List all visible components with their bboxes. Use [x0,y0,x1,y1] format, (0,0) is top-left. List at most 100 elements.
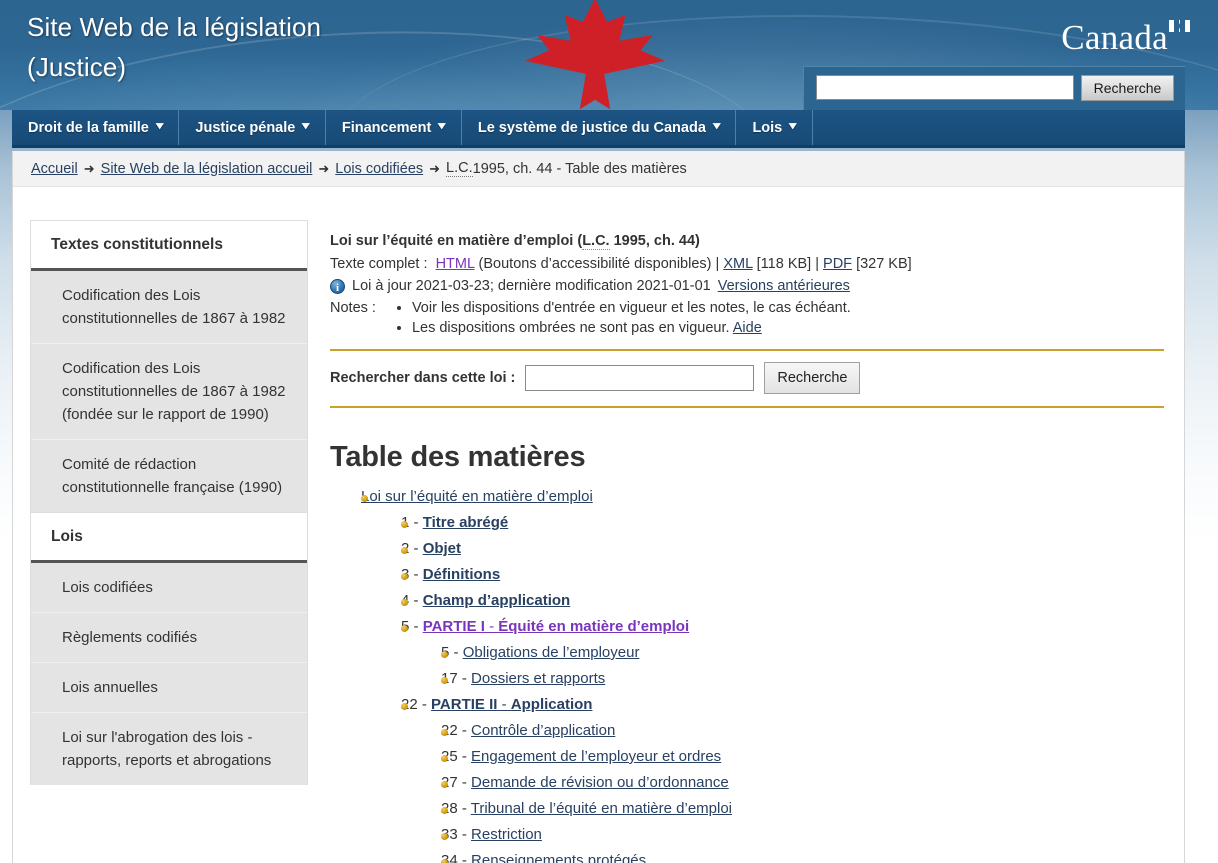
document-title-main: Loi sur l’équité en matière d’emploi ( [330,233,583,249]
up-to-date-row: Loi à jour 2021-03-23; dernière modifica… [330,276,1164,298]
wordmark-text: Canada [1061,18,1168,57]
nav-item-droit-de-la-famille[interactable]: Droit de la famille ▾ [12,110,180,145]
toc-row: 4 - Champ d’application [401,588,1164,614]
toc-row: 28 - Tribunal de l’équité en matière d’e… [441,796,1164,822]
toc-link-partie-2[interactable]: PARTIE II - Application [431,696,592,713]
sidebar-item-comite-de-redaction[interactable]: Comité de rédaction constitutionnelle fr… [31,440,307,512]
toc-subitem: 28 - Tribunal de l’équité en matière d’e… [426,796,1164,822]
breadcrumb-link-lois-codifiees[interactable]: Lois codifiées [335,161,423,177]
toc-root-item: Loi sur l’équité en matière d’emploi 1 -… [346,484,1164,863]
document-title-tail: 1995, ch. 44) [609,233,700,249]
toc-part-label: PARTIE I [422,618,485,635]
xml-link[interactable]: XML [723,256,752,272]
toc-dash: - [409,566,423,583]
toc-link-restriction[interactable]: Restriction [471,826,542,843]
pdf-link[interactable]: PDF [823,256,852,272]
content-panel: Accueil ➜ Site Web de la législation acc… [12,151,1185,863]
separator-pipe: | [815,256,819,272]
toc-part-title: Équité en matière d’emploi [498,618,690,635]
toc-row: 17 - Dossiers et rapports [441,666,1164,692]
toc-link-demande-revision[interactable]: Demande de révision ou d’ordonnance [471,774,729,791]
toc-link-champ-application[interactable]: Champ d’application [423,592,571,609]
sidebar-item-codification-1867-1982[interactable]: Codification des Lois constitutionnelles… [31,271,307,344]
toc-dash: - [409,540,423,557]
search-within-act-button[interactable]: Recherche [764,362,861,394]
toc-link-objet[interactable]: Objet [423,540,461,557]
note-item-2-text: Les dispositions ombrées ne sont pas en … [411,320,730,336]
sidebar-item-lois-annuelles[interactable]: Lois annuelles [31,663,307,713]
toc-dash: - [457,670,472,687]
nav-item-label: Le système de justice du Canada [477,119,706,136]
site-search-button[interactable]: Recherche [1081,75,1174,101]
toc-link-partie-1[interactable]: PARTIE I - Équité en matière d’emploi [423,618,689,635]
content-columns: Textes constitutionnels Codification des… [13,187,1184,863]
toc-row: 34 - Renseignements protégés [441,848,1164,863]
toc-dash: - [457,800,471,817]
toc-dash: - [409,618,423,635]
fulltext-row: Texte complet : HTML (Boutons d’accessib… [330,254,1164,274]
toc-item-3: 3 - Définitions [386,562,1164,588]
xml-size: [118 KB] [756,256,812,272]
nav-item-label: Justice pénale [195,119,296,136]
toc-link-obligations-employeur[interactable]: Obligations de l’employeur [463,644,640,661]
breadcrumb-arrow-icon: ➜ [429,160,441,176]
toc-subitem: 17 - Dossiers et rapports [426,666,1164,692]
sidebar-item-lois-codifiees[interactable]: Lois codifiées [31,563,307,613]
chevron-down-icon: ▾ [438,120,446,132]
html-note: (Boutons d’accessibilité disponibles) [478,256,712,272]
site-title-line-2: (Justice) [27,52,127,82]
toc-subitem: 27 - Demande de révision ou d’ordonnance [426,770,1164,796]
sidebar-block-textes-constitutionnels: Textes constitutionnels Codification des… [30,220,308,512]
breadcrumb-current-rest: 1995, ch. 44 - Table des matières [472,160,687,177]
sidebar-item-reglements-codifies[interactable]: Règlements codifiés [31,613,307,663]
pdf-size: [327 KB] [856,256,912,272]
toc-number: 25 [441,748,458,765]
toc-dash: - [457,774,472,791]
sidebar-item-codification-1867-1982-rapport-1990[interactable]: Codification des Lois constitutionnelles… [31,344,307,440]
toc-link-definitions[interactable]: Définitions [423,566,501,583]
breadcrumb-link-accueil[interactable]: Accueil [31,161,78,177]
toc-link-dossiers-rapports[interactable]: Dossiers et rapports [471,670,605,687]
toc-link-renseignements-proteges[interactable]: Renseignements protégés [471,852,646,863]
site-search-input[interactable] [816,75,1074,100]
toc-link-engagement-employeur[interactable]: Engagement de l’employeur et ordres [471,748,721,765]
toc-row: 22 - PARTIE II - Application [401,692,1164,718]
toc-subitem: 22 - Contrôle d’application [426,718,1164,744]
toc-level-2-list: 5 - Obligations de l’employeur 17 - Doss… [426,640,1164,692]
nav-item-justice-penale[interactable]: Justice pénale ▾ [179,110,326,145]
toc-link-root[interactable]: Loi sur l’équité en matière d’emploi [361,488,593,505]
toc-item-4: 4 - Champ d’application [386,588,1164,614]
nav-item-financement[interactable]: Financement ▾ [326,110,462,145]
toc-dash: - [457,722,472,739]
nav-item-lois[interactable]: Lois ▾ [736,110,813,145]
breadcrumb-current-abbr: L.C. [446,160,473,177]
toc-link-controle-application[interactable]: Contrôle d’application [471,722,615,739]
toc-number: 34 [441,852,458,863]
toc-number: 22 [401,696,418,713]
search-within-act-label: Rechercher dans cette loi : [330,370,516,386]
toc-item-1: 1 - Titre abrégé [386,510,1164,536]
toc-item-partie-2: 22 - PARTIE II - Application 22 - Contrô… [386,692,1164,863]
toc-subitem: 5 - Obligations de l’employeur [426,640,1164,666]
toc-link-tribunal-equite[interactable]: Tribunal de l’équité en matière d’emploi [471,800,732,817]
search-within-act-input[interactable] [525,365,755,391]
chevron-down-icon: ▾ [789,120,797,132]
breadcrumb-arrow-icon: ➜ [318,160,330,176]
toc-link-titre-abrege[interactable]: Titre abrégé [423,514,509,531]
toc-dash: - [417,696,432,713]
toc-subitem: 34 - Renseignements protégés [426,848,1164,863]
nav-item-label: Lois [752,119,783,136]
nav-item-systeme-de-justice-du-canada[interactable]: Le système de justice du Canada ▾ [462,110,737,145]
toc-row: 22 - Contrôle d’application [441,718,1164,744]
previous-versions-link[interactable]: Versions antérieures [718,276,850,296]
separator-pipe: | [715,256,720,272]
toc-dash: - [457,748,472,765]
search-within-act: Rechercher dans cette loi : Recherche [330,349,1164,408]
breadcrumb-link-site-web-legislation[interactable]: Site Web de la législation accueil [101,161,313,177]
aide-link[interactable]: Aide [733,320,762,336]
sidebar-item-loi-abrogation[interactable]: Loi sur l'abrogation des lois - rapports… [31,713,307,785]
site-title: Site Web de la législation (Justice) [27,7,547,87]
html-link[interactable]: HTML [436,256,475,272]
toc-number: 27 [441,774,458,791]
toc-row: 2 - Objet [401,536,1164,562]
